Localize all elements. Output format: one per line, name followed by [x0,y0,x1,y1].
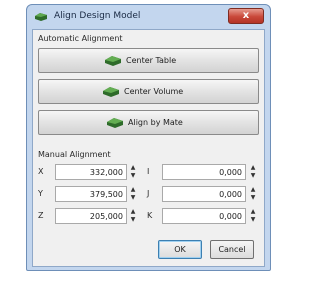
spin-down-icon[interactable]: ▼ [249,194,257,202]
k-spinner[interactable]: ▲ ▼ [249,208,257,224]
spin-down-icon[interactable]: ▼ [249,172,257,180]
title-bar[interactable]: Align Design Model x [27,5,270,29]
manual-alignment-label: Manual Alignment [38,150,111,159]
j-label: J [147,189,150,198]
x-spinner[interactable]: ▲ ▼ [129,164,137,180]
center-volume-button[interactable]: Center Volume [38,79,259,104]
x-input[interactable]: 332,000 [55,164,127,180]
i-spinner[interactable]: ▲ ▼ [249,164,257,180]
k-input[interactable]: 0,000 [162,208,246,224]
x-label: X [38,167,44,176]
j-input[interactable]: 0,000 [162,186,246,202]
spin-up-icon[interactable]: ▲ [129,164,137,172]
j-spinner[interactable]: ▲ ▼ [249,186,257,202]
spin-down-icon[interactable]: ▼ [129,172,137,180]
center-table-label: Center Table [126,56,177,65]
i-label: I [147,167,150,176]
spin-up-icon[interactable]: ▲ [249,186,257,194]
spin-up-icon[interactable]: ▲ [249,164,257,172]
align-by-mate-label: Align by Mate [128,118,183,127]
model-icon [103,87,119,97]
spin-down-icon[interactable]: ▼ [129,216,137,224]
dialog-title: Align Design Model [54,11,141,21]
close-icon: x [242,10,250,21]
spin-down-icon[interactable]: ▼ [129,194,137,202]
spin-up-icon[interactable]: ▲ [129,186,137,194]
z-input[interactable]: 205,000 [55,208,127,224]
close-button[interactable]: x [228,8,264,24]
y-input[interactable]: 379,500 [55,186,127,202]
spin-up-icon[interactable]: ▲ [249,208,257,216]
align-design-model-dialog: Align Design Model x Automatic Alignment… [26,4,271,271]
z-label: Z [38,211,44,220]
center-table-button[interactable]: Center Table [38,48,259,73]
dialog-body: Automatic Alignment Center Table Center … [32,29,265,267]
y-spinner[interactable]: ▲ ▼ [129,186,137,202]
z-spinner[interactable]: ▲ ▼ [129,208,137,224]
spin-down-icon[interactable]: ▼ [249,216,257,224]
model-icon [105,56,121,66]
y-label: Y [38,189,43,198]
cancel-button[interactable]: Cancel [210,240,254,259]
app-icon [35,13,47,21]
spin-up-icon[interactable]: ▲ [129,208,137,216]
automatic-alignment-label: Automatic Alignment [38,34,123,43]
ok-button[interactable]: OK [158,240,202,259]
i-input[interactable]: 0,000 [162,164,246,180]
align-by-mate-button[interactable]: Align by Mate [38,110,259,135]
center-volume-label: Center Volume [124,87,184,96]
k-label: K [147,211,153,220]
model-icon [107,118,123,128]
